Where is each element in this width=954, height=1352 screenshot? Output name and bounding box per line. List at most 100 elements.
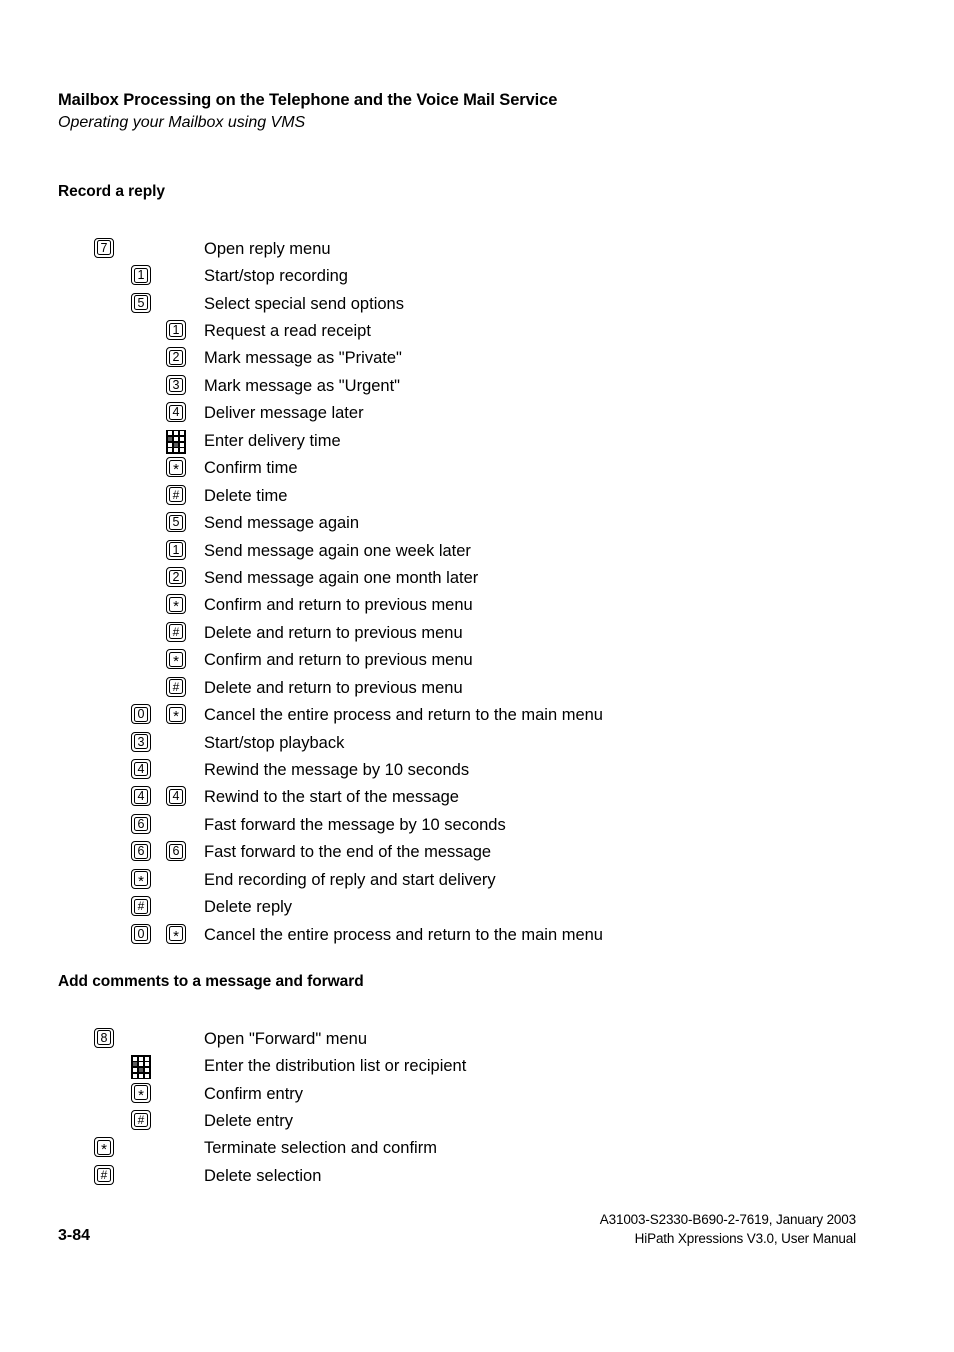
key-6-icon: 6 bbox=[131, 841, 151, 862]
key-label: * bbox=[173, 598, 179, 616]
key-label: 0 bbox=[137, 926, 145, 941]
key-label: # bbox=[137, 1112, 145, 1127]
key-slot: 1 bbox=[131, 265, 153, 287]
key-label: 6 bbox=[172, 844, 180, 859]
keypad-cell bbox=[144, 1062, 150, 1067]
key-slot bbox=[166, 429, 188, 454]
key-2-icon: 2 bbox=[166, 347, 186, 368]
key-slot: 8 bbox=[94, 1027, 116, 1050]
key-slot: 4 bbox=[166, 786, 188, 808]
key-action-description: Delete entry bbox=[204, 1112, 293, 1131]
key-6-icon: 6 bbox=[166, 841, 186, 862]
keypad-cell bbox=[173, 431, 179, 436]
key-slot: # bbox=[166, 621, 188, 644]
key-slot: # bbox=[131, 1110, 153, 1132]
key-label: * bbox=[173, 708, 179, 726]
key-label: * bbox=[173, 927, 179, 945]
keypad-cell bbox=[138, 1067, 144, 1072]
keypad-cell bbox=[173, 448, 179, 453]
key-slot: 3 bbox=[166, 374, 188, 397]
keypad-cell bbox=[132, 1073, 138, 1078]
key-action-description: Confirm time bbox=[204, 459, 298, 478]
section-heading: Record a reply bbox=[58, 183, 165, 200]
key-action-description: Terminate selection and confirm bbox=[204, 1139, 437, 1158]
key-star-icon: * bbox=[94, 1137, 114, 1159]
key-slot: 6 bbox=[166, 841, 188, 863]
key-label: * bbox=[173, 653, 179, 671]
keypad-cell bbox=[173, 436, 179, 441]
key-4-icon: 4 bbox=[131, 759, 151, 780]
key-action-description: Mark message as "Private" bbox=[204, 349, 402, 368]
key-slot: * bbox=[166, 923, 188, 946]
keypad-cell bbox=[144, 1056, 150, 1061]
footer-doc-id: A31003-S2330-B690-2-7619, January 2003 bbox=[599, 1212, 856, 1227]
key-action-description: Enter the distribution list or recipient bbox=[204, 1057, 467, 1076]
footer-page-number: 3-84 bbox=[58, 1227, 91, 1244]
key-label: # bbox=[172, 679, 180, 694]
key-action-description: Send message again one month later bbox=[204, 568, 479, 587]
key-label: * bbox=[101, 1141, 107, 1159]
keypad-cell bbox=[132, 1067, 138, 1072]
document-page: Mailbox Processing on the Telephone and … bbox=[0, 0, 954, 1352]
key-label: 2 bbox=[172, 350, 180, 365]
key-action-description: Delete and return to previous menu bbox=[204, 623, 463, 642]
keypad-cell bbox=[138, 1056, 144, 1061]
key-star-icon: * bbox=[166, 594, 186, 616]
keypad-cell bbox=[167, 431, 173, 436]
key-slot: 2 bbox=[166, 347, 188, 369]
key-star-icon: * bbox=[166, 923, 186, 945]
key-star-icon: * bbox=[131, 868, 151, 889]
key-5-icon: 5 bbox=[131, 292, 151, 313]
key-0-icon: 0 bbox=[131, 704, 151, 725]
key-star-icon: * bbox=[166, 649, 186, 671]
key-action-description: Cancel the entire process and return to … bbox=[204, 706, 603, 725]
key-1-icon: 1 bbox=[166, 320, 186, 341]
key-star-icon: * bbox=[131, 1082, 151, 1103]
key-action-description: Select special send options bbox=[204, 294, 404, 313]
key-slot: * bbox=[166, 704, 188, 726]
key-action-description: Mark message as "Urgent" bbox=[204, 376, 401, 395]
key-hash-icon: # bbox=[166, 621, 186, 642]
key-action-description: Send message again one week later bbox=[204, 541, 471, 560]
key-hash-icon: # bbox=[94, 1164, 114, 1185]
running-header-subtitle: Operating your Mailbox using VMS bbox=[58, 114, 306, 131]
section-heading: Add comments to a message and forward bbox=[58, 973, 364, 990]
key-slot: 6 bbox=[131, 813, 153, 836]
key-label: 1 bbox=[137, 267, 145, 282]
key-label: * bbox=[173, 461, 179, 479]
key-action-description: Request a read receipt bbox=[204, 322, 371, 341]
key-action-description: Delete time bbox=[204, 486, 288, 505]
key-label: 1 bbox=[172, 322, 180, 337]
key-action-description: End recording of reply and start deliver… bbox=[204, 870, 496, 889]
telephone-keypad-icon bbox=[131, 1055, 151, 1080]
key-slot: 7 bbox=[94, 237, 116, 260]
key-2-icon: 2 bbox=[166, 566, 186, 587]
key-slot bbox=[131, 1055, 153, 1080]
key-label: 5 bbox=[137, 295, 145, 310]
key-slot: 4 bbox=[131, 759, 153, 781]
key-slot: 1 bbox=[166, 320, 188, 342]
key-action-description: Delete selection bbox=[204, 1166, 322, 1185]
keypad-cell bbox=[132, 1062, 138, 1067]
key-label: 4 bbox=[172, 789, 180, 804]
keypad-cell bbox=[167, 436, 173, 441]
key-label: # bbox=[137, 898, 145, 913]
key-label: 4 bbox=[137, 789, 145, 804]
keypad-cell bbox=[144, 1073, 150, 1078]
key-1-icon: 1 bbox=[166, 539, 186, 560]
keypad-cell bbox=[138, 1073, 144, 1078]
key-slot: 2 bbox=[166, 566, 188, 589]
keypad-cell bbox=[179, 431, 185, 436]
key-action-description: Start/stop playback bbox=[204, 733, 345, 752]
key-hash-icon: # bbox=[131, 896, 151, 917]
key-slot: * bbox=[131, 1082, 153, 1105]
telephone-keypad-icon bbox=[166, 429, 186, 454]
key-3-icon: 3 bbox=[166, 374, 186, 395]
key-slot: 1 bbox=[166, 539, 188, 562]
key-4-icon: 4 bbox=[166, 786, 186, 807]
key-6-icon: 6 bbox=[131, 813, 151, 834]
key-slot: * bbox=[131, 868, 153, 891]
keypad-cell bbox=[167, 442, 173, 447]
footer-product: HiPath Xpressions V3.0, User Manual bbox=[634, 1231, 857, 1246]
key-action-description: Confirm and return to previous menu bbox=[204, 651, 473, 670]
